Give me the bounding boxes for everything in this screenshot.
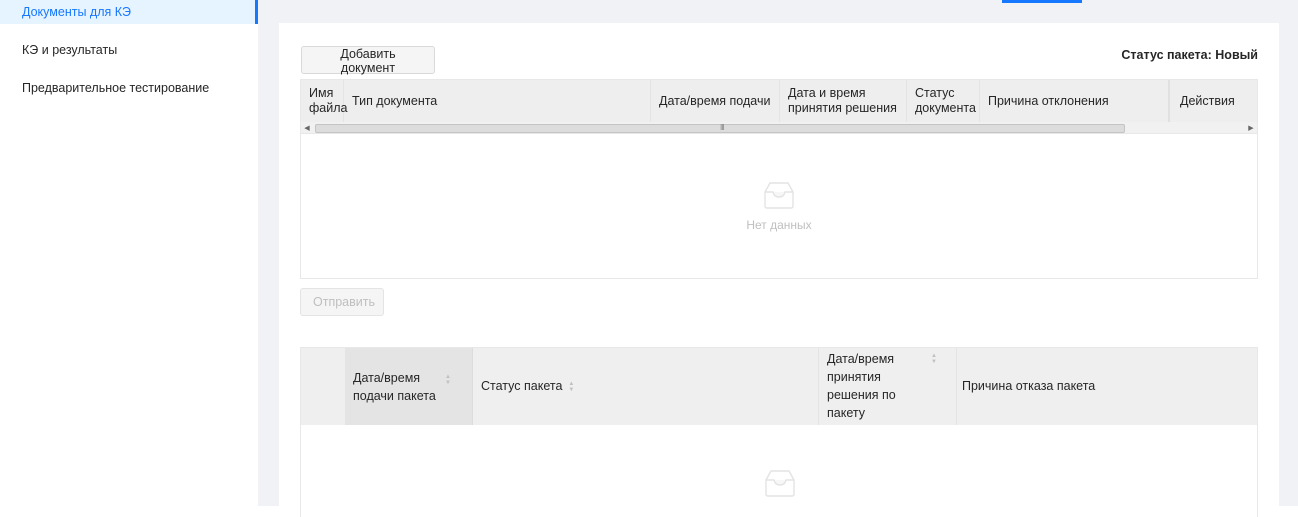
sidebar-item-documents[interactable]: Документы для КЭ bbox=[0, 0, 258, 24]
add-document-button[interactable]: Добавить документ bbox=[301, 46, 435, 75]
sidebar: Документы для КЭ КЭ и результаты Предвар… bbox=[0, 0, 258, 506]
documents-empty-state: Нет данных bbox=[729, 180, 829, 232]
col-file-name: Имя файла bbox=[301, 80, 347, 122]
active-tab-indicator bbox=[1002, 0, 1082, 3]
sort-icon: ▲ ▼ bbox=[568, 380, 575, 393]
col-package-status[interactable]: Статус пакета ▲ ▼ bbox=[473, 348, 819, 425]
col-actions: Действия bbox=[1180, 93, 1235, 108]
inbox-icon bbox=[764, 182, 794, 209]
col-package-status-label: Статус пакета bbox=[481, 379, 563, 393]
scroll-right-arrow-icon[interactable]: ▶ bbox=[1245, 122, 1257, 134]
col-document-status: Статус документа bbox=[907, 80, 980, 122]
col-package-submitted-at-label: Дата/время подачи пакета bbox=[353, 370, 436, 403]
top-strip bbox=[258, 0, 1298, 4]
sort-icon: ▲ ▼ bbox=[931, 353, 937, 365]
scroll-left-arrow-icon[interactable]: ◀ bbox=[301, 122, 313, 134]
package-status: Статус пакета: Новый bbox=[1121, 48, 1258, 62]
packages-table: Дата/время подачи пакета ▲ ▼ Статус пакет… bbox=[300, 347, 1258, 517]
documents-table-header: Имя файла Тип документа Дата/время подач… bbox=[301, 80, 1257, 122]
content-card: Добавить документ Статус пакета: Новый И… bbox=[279, 23, 1279, 517]
documents-horizontal-scrollbar[interactable]: ◀ III ▶ bbox=[301, 122, 1257, 134]
col-document-type: Тип документа bbox=[344, 80, 651, 122]
package-status-label: Статус пакета: bbox=[1121, 48, 1212, 62]
sort-icon: ▲ ▼ bbox=[445, 373, 451, 386]
packages-table-header: Дата/время подачи пакета ▲ ▼ Статус пакет… bbox=[301, 348, 1257, 425]
col-rejection-reason: Причина отклонения bbox=[980, 80, 1170, 122]
sidebar-item-pretesting[interactable]: Предварительное тестирование bbox=[0, 76, 258, 100]
send-button[interactable]: Отправить bbox=[300, 288, 384, 316]
col-decision-at: Дата и время принятия решения bbox=[780, 80, 907, 122]
col-package-decision-at-label: Дата/время принятия решения по пакету bbox=[827, 352, 896, 420]
package-status-value: Новый bbox=[1215, 48, 1258, 62]
sidebar-item-results[interactable]: КЭ и результаты bbox=[0, 38, 258, 62]
col-package-rejection-reason: Причина отказа пакета bbox=[962, 379, 1096, 393]
inbox-icon bbox=[765, 470, 795, 497]
col-submitted-at: Дата/время подачи bbox=[651, 80, 780, 122]
col-package-decision-at[interactable]: Дата/время принятия решения по пакету ▲ ▼ bbox=[819, 348, 957, 425]
col-package-submitted-at[interactable]: Дата/время подачи пакета ▲ ▼ bbox=[345, 348, 473, 425]
scrollbar-thumb[interactable]: III bbox=[315, 123, 1125, 133]
documents-table: Имя файла Тип документа Дата/время подач… bbox=[300, 79, 1258, 279]
main-area: Добавить документ Статус пакета: Новый И… bbox=[258, 0, 1298, 517]
packages-empty-state bbox=[755, 468, 805, 498]
scrollbar-grip: III bbox=[720, 123, 725, 132]
empty-text: Нет данных bbox=[746, 218, 812, 232]
col-expand bbox=[301, 348, 345, 425]
